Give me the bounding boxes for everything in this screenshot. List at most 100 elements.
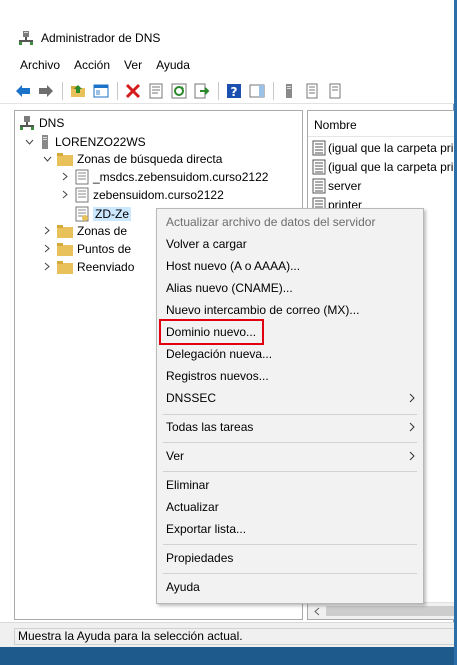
chevron-right-icon[interactable] <box>41 225 53 237</box>
list-item[interactable]: (igual que la carpeta primaria) <box>312 157 454 176</box>
menu-item-refresh[interactable]: Actualizar <box>157 496 423 518</box>
menu-item-new-domain[interactable]: Dominio nuevo... <box>157 321 423 343</box>
scrollbar-thumb[interactable] <box>326 606 454 616</box>
folder-icon <box>57 242 73 256</box>
menu-separator <box>163 544 417 545</box>
folder-icon <box>57 260 73 274</box>
dns-icon <box>19 115 35 131</box>
menu-item-label: Todas las tareas <box>166 420 254 434</box>
horizontal-scrollbar[interactable] <box>308 602 454 619</box>
record-icon <box>312 140 326 156</box>
list-item-label: (igual que la carpeta primaria) <box>328 159 454 174</box>
list-item-label: server <box>328 178 362 193</box>
chevron-down-icon[interactable] <box>41 153 53 165</box>
menu-accion[interactable]: Acción <box>67 52 117 78</box>
record-icon <box>312 178 326 194</box>
menu-item-properties[interactable]: Propiedades <box>157 547 423 569</box>
menu-item-export-list[interactable]: Exportar lista... <box>157 518 423 540</box>
delete-icon[interactable] <box>122 80 144 102</box>
menu-ayuda[interactable]: Ayuda <box>149 52 197 78</box>
toolbar-separator <box>218 81 219 100</box>
menu-item-view[interactable]: Ver <box>157 445 423 467</box>
export-icon[interactable] <box>191 80 213 102</box>
chevron-right-icon[interactable] <box>59 189 71 201</box>
tree-label: ZD-Ze <box>93 206 131 221</box>
tree-label: Zonas de búsqueda directa <box>77 151 223 166</box>
toolbar-separator <box>273 81 274 100</box>
chevron-right-icon[interactable] <box>41 261 53 273</box>
menu-archivo[interactable]: Archivo <box>13 52 67 78</box>
chevron-right-icon[interactable] <box>41 243 53 255</box>
zone-file-icon <box>75 169 89 185</box>
list-item-label: (igual que la carpeta primaria) <box>328 140 454 155</box>
tree-item-dns[interactable]: DNS <box>19 113 64 132</box>
tree-item-forward-zones[interactable]: Zonas de búsqueda directa <box>41 149 222 168</box>
menu-item-reload[interactable]: Volver a cargar <box>157 233 423 255</box>
menu-item-delete[interactable]: Eliminar <box>157 474 423 496</box>
tree-item-zone-msdcs[interactable]: _msdcs.zebensuidom.curso2122 <box>59 167 268 186</box>
menu-item-new-host[interactable]: Host nuevo (A o AAAA)... <box>157 255 423 277</box>
folder-icon <box>57 152 73 166</box>
list-item[interactable]: server <box>312 176 361 195</box>
status-bar: Muestra la Ayuda para la selección actua… <box>0 622 454 647</box>
record-icon <box>312 159 326 175</box>
tree-item-forwarders[interactable]: Reenviado <box>41 257 134 276</box>
refresh-icon[interactable] <box>168 80 190 102</box>
tree-label: zebensuidom.curso2122 <box>93 187 224 202</box>
dns-app-icon <box>18 30 34 49</box>
tree-label: DNS <box>39 115 65 130</box>
server-icon[interactable] <box>278 80 300 102</box>
submenu-arrow-icon <box>409 387 415 417</box>
server-icon <box>39 134 51 150</box>
menu-item-new-records[interactable]: Registros nuevos... <box>157 365 423 387</box>
menu-item-label: Ver <box>166 449 185 463</box>
chevron-right-icon[interactable] <box>59 171 71 183</box>
menu-bar: Archivo Acción Ver Ayuda <box>0 52 454 78</box>
help-icon[interactable]: ? <box>223 80 245 102</box>
menu-ver[interactable]: Ver <box>117 52 149 78</box>
tree-label: _msdcs.zebensuidom.curso2122 <box>93 169 269 184</box>
svg-text:?: ? <box>231 85 238 99</box>
zone-file-icon <box>75 187 89 203</box>
menu-item-new-delegation[interactable]: Delegación nueva... <box>157 343 423 365</box>
tree-item-zone-zebensuidom[interactable]: zebensuidom.curso2122 <box>59 185 224 204</box>
toolbar: ? <box>0 78 454 104</box>
console-tree-icon[interactable] <box>90 80 112 102</box>
column-header-name[interactable]: Nombre <box>308 111 454 137</box>
menu-item-new-mx[interactable]: Nuevo intercambio de correo (MX)... <box>157 299 423 321</box>
menu-item-new-alias[interactable]: Alias nuevo (CNAME)... <box>157 277 423 299</box>
menu-separator <box>163 471 417 472</box>
menu-item-label: DNSSEC <box>166 391 217 405</box>
toolbar-separator <box>62 81 63 100</box>
action-pane-icon[interactable] <box>246 80 268 102</box>
menu-item-help[interactable]: Ayuda <box>157 576 423 598</box>
status-text: Muestra la Ayuda para la selección actua… <box>14 628 454 645</box>
zone-file-icon <box>75 206 89 222</box>
menu-separator <box>163 414 417 415</box>
scroll-left-icon[interactable] <box>311 605 323 617</box>
chevron-down-icon[interactable] <box>23 136 35 148</box>
menu-separator <box>163 442 417 443</box>
menu-item-all-tasks[interactable]: Todas las tareas <box>157 416 423 438</box>
forward-arrow-icon[interactable] <box>35 80 57 102</box>
properties-icon[interactable] <box>145 80 167 102</box>
menu-separator <box>163 573 417 574</box>
folder-icon <box>57 224 73 238</box>
window-title: Administrador de DNS <box>41 31 161 45</box>
tree-label: LORENZO22WS <box>55 134 146 149</box>
context-menu: Actualizar archivo de datos del servidor… <box>156 208 424 604</box>
toolbar-separator <box>117 81 118 100</box>
tree-label: Reenviado <box>77 259 135 274</box>
zone-icon[interactable] <box>301 80 323 102</box>
menu-item-update-file: Actualizar archivo de datos del servidor <box>166 215 376 229</box>
menu-item-dnssec[interactable]: DNSSEC <box>157 387 423 409</box>
tree-item-trust-points[interactable]: Puntos de <box>41 239 131 258</box>
tree-label: Puntos de <box>77 241 132 256</box>
tree-label: Zonas de <box>77 223 128 238</box>
tree-item-reverse-zones[interactable]: Zonas de <box>41 221 127 240</box>
record-icon[interactable] <box>324 80 346 102</box>
up-folder-icon[interactable] <box>67 80 89 102</box>
list-item[interactable]: (igual que la carpeta primaria) <box>312 138 454 157</box>
back-arrow-icon[interactable] <box>12 80 34 102</box>
title-bar: Administrador de DNS <box>0 0 454 52</box>
